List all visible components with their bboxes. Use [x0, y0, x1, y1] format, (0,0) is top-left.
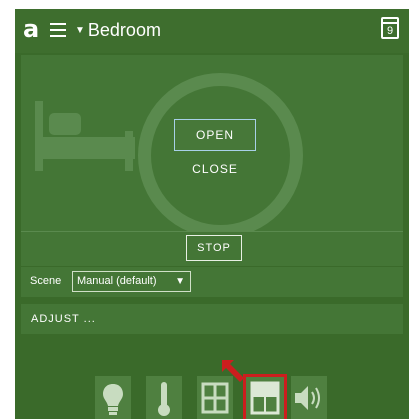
shade-control-panel: OPEN CLOSE — [21, 55, 403, 238]
stop-row: STOP — [21, 231, 403, 266]
thermometer-icon[interactable] — [146, 376, 182, 419]
shade-icon[interactable] — [243, 374, 287, 419]
speaker-icon[interactable] — [291, 376, 327, 419]
app-logo[interactable]: a — [23, 17, 39, 41]
room-selector[interactable]: ▼ Bedroom — [75, 20, 161, 41]
window-icon[interactable] — [197, 376, 233, 419]
light-bulb-icon[interactable] — [95, 376, 131, 419]
caret-down-icon: ▼ — [75, 25, 85, 37]
scene-label: Scene — [30, 275, 62, 287]
adjust-row[interactable]: ADJUST ... — [21, 304, 403, 334]
scene-selected-value: Manual (default) — [77, 275, 157, 287]
calendar-day: 9 — [386, 25, 394, 37]
device-tab-bar — [15, 339, 409, 419]
room-name: Bedroom — [87, 20, 161, 40]
app-header: a ▼ Bedroom 9 — [15, 9, 409, 53]
open-button[interactable]: OPEN — [174, 119, 256, 151]
scene-row: Scene Manual (default) ▼ — [21, 267, 403, 297]
stop-button[interactable]: STOP — [186, 235, 242, 261]
close-button[interactable]: CLOSE — [174, 155, 256, 183]
app-window: a ▼ Bedroom 9 OPEN CLOSE STOP Scene Manua… — [15, 9, 409, 419]
menu-icon[interactable] — [50, 23, 66, 37]
bed-icon — [35, 101, 135, 171]
adjust-label: ADJUST ... — [31, 313, 96, 325]
scene-select[interactable]: Manual (default) ▼ — [72, 271, 191, 292]
dropdown-arrow-icon: ▼ — [175, 276, 185, 287]
calendar-icon[interactable]: 9 — [381, 17, 399, 39]
